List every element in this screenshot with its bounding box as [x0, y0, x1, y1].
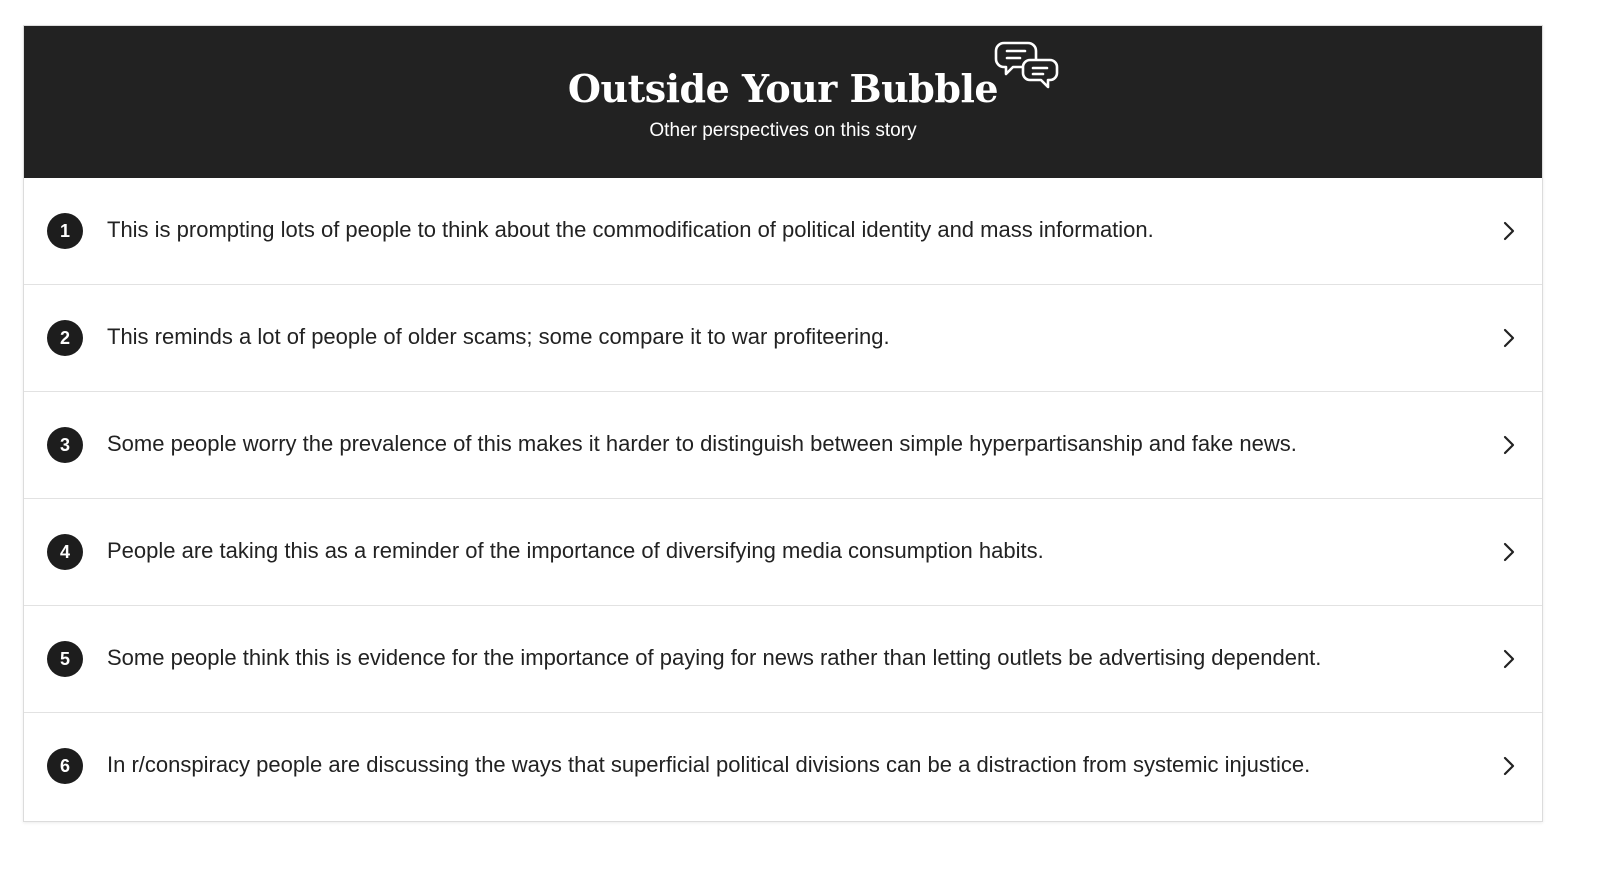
chevron-right-icon — [1503, 435, 1515, 455]
page-title: Outside Your Bubble — [567, 41, 1059, 112]
chevron-right-icon — [1503, 756, 1515, 776]
card-header: Outside Your Bubble Other perspectives o… — [24, 26, 1542, 178]
perspective-item[interactable]: 5 Some people think this is evidence for… — [24, 606, 1542, 713]
item-text: People are taking this as a reminder of … — [107, 538, 1044, 563]
chevron-right-icon — [1503, 328, 1515, 348]
item-text: This is prompting lots of people to thin… — [107, 217, 1154, 242]
title-wrap: Outside Your Bubble — [24, 41, 1542, 112]
chevron-right-icon — [1503, 221, 1515, 241]
perspective-item[interactable]: 4 People are taking this as a reminder o… — [24, 499, 1542, 606]
item-number-badge: 6 — [47, 748, 83, 784]
perspective-item[interactable]: 6 In r/conspiracy people are discussing … — [24, 713, 1542, 820]
perspective-item[interactable]: 2 This reminds a lot of people of older … — [24, 285, 1542, 392]
item-number-badge: 4 — [47, 534, 83, 570]
item-text: In r/conspiracy people are discussing th… — [107, 752, 1311, 777]
item-text: Some people worry the prevalence of this… — [107, 431, 1297, 456]
item-text: This reminds a lot of people of older sc… — [107, 324, 890, 349]
page-title-text: Outside Your Bubble — [567, 66, 999, 111]
perspective-list: 1 This is prompting lots of people to th… — [24, 178, 1542, 820]
page-subtitle: Other perspectives on this story — [649, 120, 917, 141]
chevron-right-icon — [1503, 649, 1515, 669]
perspective-item[interactable]: 1 This is prompting lots of people to th… — [24, 178, 1542, 285]
item-number-badge: 3 — [47, 427, 83, 463]
outside-your-bubble-card: Outside Your Bubble Other perspectives o… — [23, 25, 1543, 822]
item-number-badge: 5 — [47, 641, 83, 677]
speech-bubbles-icon — [994, 41, 1059, 89]
item-number-badge: 1 — [47, 213, 83, 249]
item-text: Some people think this is evidence for t… — [107, 645, 1322, 670]
item-number-badge: 2 — [47, 320, 83, 356]
perspective-item[interactable]: 3 Some people worry the prevalence of th… — [24, 392, 1542, 499]
chevron-right-icon — [1503, 542, 1515, 562]
